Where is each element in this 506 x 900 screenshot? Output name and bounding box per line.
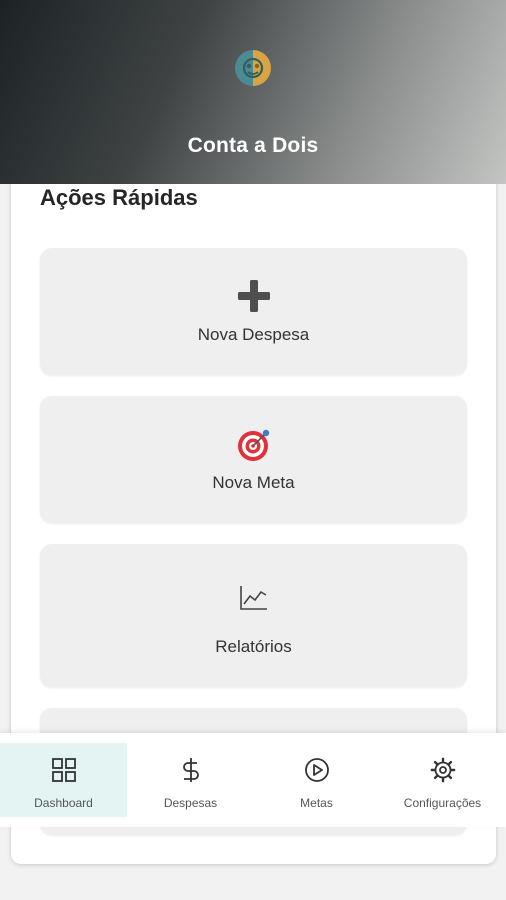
target-icon — [237, 429, 269, 461]
new-goal-button[interactable]: Nova Meta — [40, 396, 467, 523]
plus-icon — [237, 280, 270, 312]
bottom-navigation: Dashboard Despesas Metas Configurações — [0, 733, 506, 827]
new-expense-label: Nova Despesa — [197, 325, 310, 344]
gear-icon — [430, 757, 455, 783]
couple-coin-logo-icon — [235, 50, 271, 86]
play-circle-icon — [304, 758, 329, 782]
reports-button[interactable]: Relatórios — [40, 544, 467, 687]
app-header: Conta a Dois — [0, 0, 506, 184]
nav-dashboard[interactable]: Dashboard — [0, 743, 127, 817]
dollar-icon — [182, 758, 199, 782]
chart-line-icon — [239, 586, 267, 610]
quick-actions-title: Ações Rápidas — [40, 185, 198, 210]
new-goal-label: Nova Meta — [212, 473, 295, 492]
new-expense-button[interactable]: Nova Despesa — [40, 248, 467, 375]
nav-settings-label: Configurações — [403, 796, 482, 810]
reports-label: Relatórios — [215, 637, 292, 656]
nav-settings[interactable]: Configurações — [379, 743, 506, 817]
nav-dashboard-label: Dashboard — [34, 796, 93, 810]
app-title: Conta a Dois — [187, 134, 319, 157]
nav-expenses-label: Despesas — [163, 796, 218, 810]
nav-goals[interactable]: Metas — [253, 743, 380, 817]
grid-icon — [51, 758, 76, 782]
nav-goals-label: Metas — [300, 796, 333, 810]
nav-expenses[interactable]: Despesas — [127, 743, 254, 817]
